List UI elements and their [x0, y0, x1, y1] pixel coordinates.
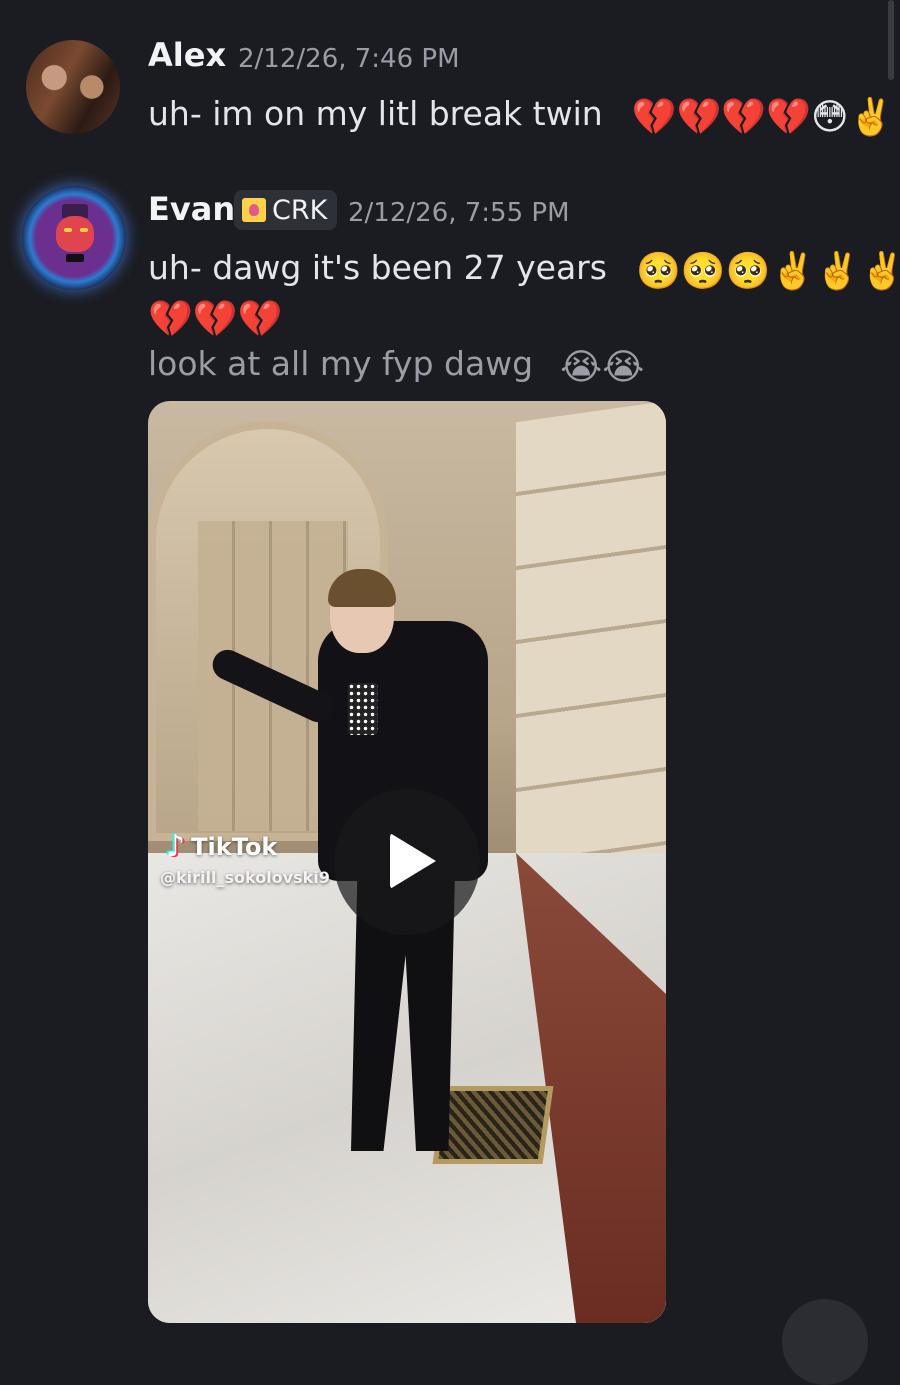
server-tag-label: CRK: [272, 194, 328, 226]
message-text: 💔💔💔: [148, 296, 282, 338]
tiktok-logo: ♪ TikTok: [166, 829, 277, 864]
avatar-eye: [80, 228, 88, 232]
avatar[interactable]: [22, 186, 126, 290]
message-text: uh- im on my litl break twin 💔💔💔💔😳✌️: [148, 94, 893, 136]
victory-hand-emoji: ✌️: [848, 97, 894, 138]
broken-heart-emoji: 💔: [766, 97, 811, 138]
timestamp: 2/12/26, 7:55 PM: [348, 198, 570, 228]
jump-to-present-button[interactable]: [782, 1299, 868, 1385]
message-text-content: uh- dawg it's been 27 years: [148, 248, 607, 287]
scrollbar[interactable]: [888, 0, 894, 80]
pleading-face-emoji: 🥺: [635, 251, 681, 292]
broken-heart-emoji: 💔: [148, 299, 193, 340]
video-person-phone: [348, 683, 378, 735]
avatar-bowtie: [66, 254, 84, 262]
message-text-edited: look at all my fyp dawg 😭😭: [148, 344, 644, 386]
broken-heart-emoji: 💔: [721, 97, 767, 138]
message-text-content: uh- im on my litl break twin: [148, 94, 603, 133]
avatar[interactable]: [26, 40, 120, 134]
pleading-face-emoji: 🥺: [725, 251, 771, 292]
crk-badge-icon: [242, 198, 266, 222]
timestamp: 2/12/26, 7:46 PM: [238, 44, 460, 74]
loudly-crying-face-emoji: 😭: [560, 347, 603, 388]
tiktok-wordmark: TikTok: [191, 832, 278, 861]
loudly-crying-face-emoji: 😭: [602, 347, 645, 388]
victory-hand-emoji: ✌️: [860, 251, 900, 292]
broken-heart-emoji: 💔: [192, 299, 238, 340]
pleading-face-emoji: 🥺: [680, 251, 726, 292]
victory-hand-emoji: ✌️: [815, 251, 861, 292]
broken-heart-emoji: 💔: [237, 299, 283, 340]
flushed-face-emoji: 😳: [810, 97, 849, 138]
video-scene-grate: [432, 1086, 554, 1164]
tiktok-icon: ♪: [166, 829, 186, 864]
tiktok-video-embed[interactable]: ♪ TikTok @kirill_sokolovski9: [148, 401, 666, 1323]
victory-hand-emoji: ✌️: [770, 251, 816, 292]
message-text: uh- dawg it's been 27 years 🥺🥺🥺✌️✌️✌️: [148, 248, 900, 290]
play-icon[interactable]: [334, 789, 480, 935]
author-name[interactable]: Evan: [148, 190, 235, 228]
avatar-face: [56, 216, 94, 252]
avatar-eye: [64, 228, 72, 232]
message-text-content: look at all my fyp dawg: [148, 344, 534, 383]
broken-heart-emoji: 💔: [676, 97, 722, 138]
author-name[interactable]: Alex: [148, 36, 226, 74]
broken-heart-emoji: 💔: [631, 97, 677, 138]
server-tag[interactable]: CRK: [234, 190, 338, 230]
tiktok-handle: @kirill_sokolovski9: [160, 868, 330, 887]
